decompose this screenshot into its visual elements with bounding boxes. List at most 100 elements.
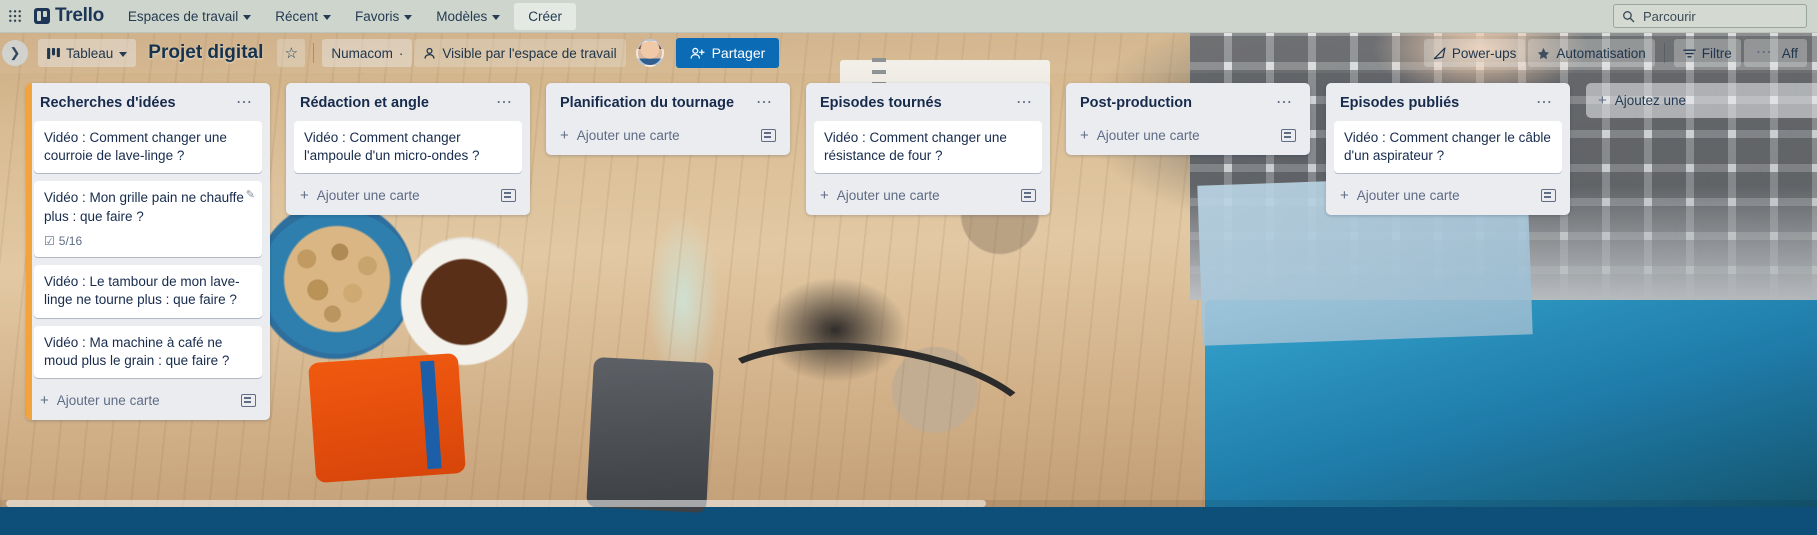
- sidebar-expand-button[interactable]: ❯: [2, 40, 28, 66]
- person-icon: [423, 47, 436, 60]
- top-nav-left-group: Trello Espaces de travail Récent Favoris…: [0, 0, 578, 32]
- power-ups-label: Power-ups: [1452, 46, 1517, 61]
- add-card-label: Ajouter une carte: [837, 188, 940, 203]
- card-title: Vidéo : Le tambour de mon lave-linge ne …: [44, 273, 252, 309]
- board-list: Episodes tournés ⋯ Vidéo : Comment changer…: [806, 83, 1050, 215]
- automation-label: Automatisation: [1556, 46, 1645, 61]
- add-card-left-group: +Ajouter une carte: [1340, 188, 1460, 203]
- horizontal-scrollbar-thumb[interactable]: [6, 500, 986, 507]
- board-card[interactable]: Vidéo : Comment changer une résistance d…: [814, 121, 1042, 173]
- filter-button[interactable]: Filtre: [1674, 39, 1741, 67]
- board-card[interactable]: Vidéo : Comment changer l'ampoule d'un m…: [294, 121, 522, 173]
- add-card-label: Ajouter une carte: [57, 393, 160, 408]
- list-header: Planification du tournage ⋯: [554, 91, 782, 121]
- list-title[interactable]: Post-production: [1080, 95, 1192, 111]
- list-header: Post-production ⋯: [1074, 91, 1302, 121]
- chevron-down-icon: [119, 52, 127, 57]
- list-title[interactable]: Episodes tournés: [820, 95, 942, 111]
- add-card-button[interactable]: +Ajouter une carte: [554, 121, 782, 149]
- add-card-button[interactable]: + Ajouter une carte: [294, 181, 522, 209]
- add-list-button[interactable]: +Ajoutez une: [1586, 83, 1817, 118]
- plus-icon: +: [1598, 93, 1607, 108]
- card-title: Vidéo : Mon grille pain ne chauffe plus …: [44, 189, 252, 225]
- board-visibility-button[interactable]: Visible par l'espace de travail: [414, 39, 625, 67]
- add-card-button[interactable]: +Ajouter une carte: [1334, 181, 1562, 209]
- apps-grid-icon[interactable]: [0, 0, 30, 33]
- checklist-badge: ☑5/16: [44, 233, 82, 249]
- ellipsis-icon[interactable]: ⋯: [1533, 98, 1556, 108]
- ellipsis-icon[interactable]: ⋯: [753, 98, 776, 108]
- add-card-button[interactable]: + Ajouter une carte: [34, 386, 262, 414]
- nav-item-recent[interactable]: Récent: [265, 3, 341, 30]
- board-card[interactable]: Vidéo : Comment changer une courroie de …: [34, 121, 262, 173]
- ellipsis-icon[interactable]: ⋯: [1273, 98, 1296, 108]
- nav-item-workspaces[interactable]: Espaces de travail: [118, 3, 261, 30]
- plus-icon: +: [300, 188, 309, 203]
- header-divider-2: [1664, 43, 1665, 63]
- board-list: Recherches d'idées ⋯ Vidéo : Comment chang…: [26, 83, 270, 420]
- create-button[interactable]: Créer: [514, 3, 576, 30]
- board-card[interactable]: Vidéo : Ma machine à café ne moud plus l…: [34, 326, 262, 378]
- board-list: Planification du tournage ⋯ +Ajouter une c…: [546, 83, 790, 155]
- share-button-label: Partager: [712, 45, 766, 61]
- add-card-left-group: +Ajouter une carte: [1080, 128, 1200, 143]
- share-button[interactable]: Partager: [676, 38, 780, 68]
- ellipsis-icon[interactable]: ⋯: [1013, 98, 1036, 108]
- add-card-button[interactable]: +Ajouter une carte: [1074, 121, 1302, 149]
- card-title: Vidéo : Comment changer une courroie de …: [44, 129, 252, 165]
- board-list: Episodes publiés ⋯ Vidéo : Comment changer…: [1326, 83, 1570, 215]
- nav-item-favorites[interactable]: Favoris: [345, 3, 422, 30]
- card-template-icon[interactable]: [1021, 189, 1036, 202]
- star-icon[interactable]: ☆: [277, 39, 305, 67]
- horizontal-scrollbar[interactable]: [0, 500, 1817, 507]
- workspace-separator-dot: ·: [399, 46, 404, 61]
- automation-button[interactable]: Automatisation: [1528, 39, 1654, 67]
- search-input[interactable]: Parcourir: [1613, 4, 1807, 28]
- ellipsis-icon: ⋯: [1753, 48, 1776, 58]
- chevron-down-icon: [492, 15, 500, 20]
- header-divider: [313, 43, 314, 63]
- board-menu-button[interactable]: ⋯ Aff: [1744, 39, 1807, 67]
- card-template-icon[interactable]: [241, 394, 256, 407]
- plus-icon: +: [820, 188, 829, 203]
- add-card-label: Ajouter une carte: [1097, 128, 1200, 143]
- workspace-name-button[interactable]: Numacom ·: [322, 39, 412, 67]
- board-card[interactable]: Vidéo : Comment changer le câble d'un as…: [1334, 121, 1562, 173]
- power-ups-button[interactable]: Power-ups: [1424, 39, 1526, 67]
- card-template-icon[interactable]: [1281, 129, 1296, 142]
- card-template-icon[interactable]: [1541, 189, 1556, 202]
- create-button-label: Créer: [528, 9, 562, 24]
- board-view-label: Tableau: [66, 46, 113, 61]
- add-card-button[interactable]: + Ajouter une carte: [814, 181, 1042, 209]
- card-title: Vidéo : Ma machine à café ne moud plus l…: [44, 334, 252, 370]
- card-template-icon[interactable]: [761, 129, 776, 142]
- plus-icon: +: [40, 393, 49, 408]
- board-card[interactable]: Vidéo : Mon grille pain ne chauffe plus …: [34, 181, 262, 257]
- board-menu-label: Aff: [1782, 46, 1798, 61]
- top-navigation-bar: Trello Espaces de travail Récent Favoris…: [0, 0, 1817, 33]
- board-list: Post-production ⋯ +Ajouter une carte: [1066, 83, 1310, 155]
- list-title[interactable]: Episodes publiés: [1340, 95, 1459, 111]
- list-title[interactable]: Rédaction et angle: [300, 95, 429, 111]
- card-title: Vidéo : Comment changer l'ampoule d'un m…: [304, 129, 512, 165]
- nav-item-label: Récent: [275, 9, 318, 24]
- member-avatar[interactable]: [636, 39, 664, 67]
- chevron-down-icon: [243, 15, 251, 20]
- pencil-icon[interactable]: ✎: [246, 188, 255, 203]
- nav-item-templates[interactable]: Modèles: [426, 3, 510, 30]
- filter-label: Filtre: [1702, 46, 1732, 61]
- trello-logo[interactable]: Trello: [30, 5, 116, 27]
- ellipsis-icon[interactable]: ⋯: [233, 98, 256, 108]
- ellipsis-icon[interactable]: ⋯: [493, 98, 516, 108]
- board-card[interactable]: Vidéo : Le tambour de mon lave-linge ne …: [34, 265, 262, 317]
- list-title[interactable]: Planification du tournage: [560, 95, 734, 111]
- card-template-icon[interactable]: [501, 189, 516, 202]
- add-card-label: Ajouter une carte: [577, 128, 680, 143]
- checklist-icon: ☑: [44, 233, 55, 249]
- list-header: Rédaction et angle ⋯: [294, 91, 522, 121]
- nav-item-label: Favoris: [355, 9, 399, 24]
- list-title[interactable]: Recherches d'idées: [40, 95, 176, 111]
- add-card-label: Ajouter une carte: [317, 188, 420, 203]
- board-view-switcher[interactable]: Tableau: [38, 39, 136, 67]
- board-header-bar: ❯ Tableau Projet digital ☆ Numacom · Vis…: [0, 33, 1817, 73]
